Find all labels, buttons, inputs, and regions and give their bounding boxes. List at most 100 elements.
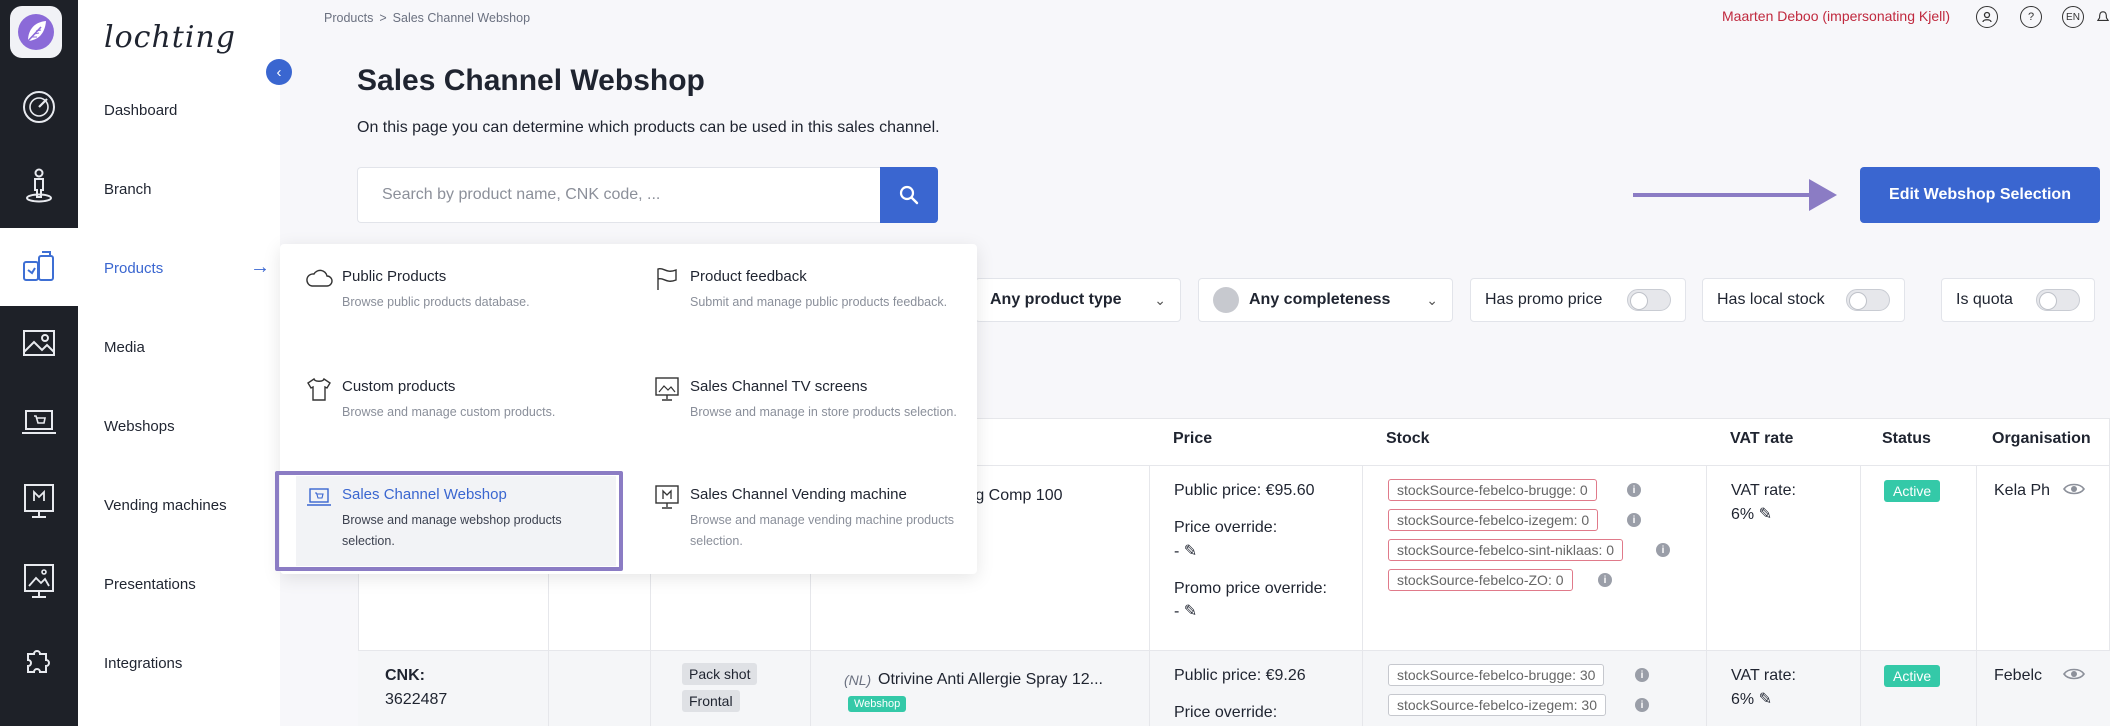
rail-products[interactable] — [0, 228, 78, 306]
rail-webshops[interactable] — [0, 384, 78, 462]
promo-override-label: Promo price override: — [1174, 580, 1327, 597]
eye-icon[interactable] — [2063, 482, 2085, 496]
media-image-icon — [23, 330, 55, 356]
product-name[interactable]: Otrivine Anti Allergie Spray 12... — [878, 669, 1103, 691]
quota-toggle[interactable] — [2036, 289, 2080, 311]
bell-icon[interactable] — [2096, 6, 2110, 28]
rail-dashboard[interactable] — [0, 68, 78, 146]
public-price: Public price: €9.26 — [1174, 667, 1306, 684]
rail-vending[interactable] — [0, 462, 78, 540]
search-input[interactable] — [357, 167, 881, 223]
submenu-sales-channel-webshop[interactable]: Sales Channel Webshop Browse and manage … — [296, 476, 616, 566]
help-icon[interactable]: ? — [2020, 6, 2042, 28]
webshop-laptop-cart-icon — [22, 410, 56, 434]
completeness-dot-icon — [1213, 287, 1239, 313]
info-icon[interactable]: i — [1635, 668, 1649, 682]
chevron-left-icon: ‹ — [276, 63, 282, 81]
quota-filter: Is quota — [1941, 278, 2095, 322]
column-header-vat[interactable]: VAT rate — [1730, 430, 1793, 448]
info-icon[interactable]: i — [1656, 543, 1670, 557]
vending-machine-icon — [24, 484, 54, 518]
nav-item-dashboard[interactable]: Dashboard — [104, 102, 177, 119]
column-header-stock[interactable]: Stock — [1386, 430, 1430, 448]
pencil-icon[interactable]: ✎ — [1184, 543, 1197, 560]
product-type-filter[interactable]: Any product type ⌄ — [975, 278, 1181, 322]
breadcrumb: Products > Sales Channel Webshop — [324, 11, 530, 25]
user-profile-icon[interactable] — [1976, 6, 1998, 28]
product-name[interactable]: mg Comp 100 — [962, 485, 1063, 507]
cnk-label: CNK: — [385, 667, 425, 684]
column-header-status[interactable]: Status — [1882, 430, 1931, 448]
submenu-desc: Submit and manage public products feedba… — [690, 295, 948, 309]
chevron-down-icon: ⌄ — [1154, 291, 1166, 308]
vat-value: 6% ✎ — [1731, 691, 1772, 708]
search-button[interactable] — [880, 167, 938, 223]
submenu-desc: Browse and manage webshop products selec… — [342, 513, 562, 548]
local-stock-toggle[interactable] — [1846, 289, 1890, 311]
image-tag: Pack shot — [682, 663, 758, 685]
submenu-title: Sales Channel Vending machine — [690, 486, 907, 503]
nav-panel: lochting Dashboard Branch Products → Med… — [78, 0, 280, 726]
laptop-cart-icon — [307, 488, 331, 506]
nav-item-products[interactable]: Products — [104, 260, 163, 277]
nav-item-integrations[interactable]: Integrations — [104, 655, 182, 672]
pencil-icon[interactable]: ✎ — [1759, 506, 1772, 523]
products-submenu: Public Products Browse public products d… — [280, 244, 977, 574]
impersonation-user[interactable]: Maarten Deboo (impersonating Kjell) — [1722, 8, 1950, 24]
submenu-vending-machine[interactable]: Sales Channel Vending machine Browse and… — [644, 476, 964, 566]
promo-price-filter: Has promo price — [1470, 278, 1686, 322]
submenu-tv-screens[interactable]: Sales Channel TV screens Browse and mana… — [644, 368, 964, 458]
col-divider — [1362, 465, 1363, 726]
cnk-value: 3622487 — [385, 691, 448, 708]
info-icon[interactable]: i — [1598, 573, 1612, 587]
page-description: On this page you can determine which pro… — [357, 119, 940, 136]
app-logo[interactable] — [10, 6, 62, 58]
completeness-filter[interactable]: Any completeness ⌄ — [1198, 278, 1453, 322]
eye-icon[interactable] — [2063, 667, 2085, 681]
info-icon[interactable]: i — [1635, 698, 1649, 712]
nav-item-vending-machines[interactable]: Vending machines — [104, 497, 227, 514]
info-icon[interactable]: i — [1627, 483, 1641, 497]
promo-override-value: - ✎ — [1174, 603, 1198, 620]
info-icon[interactable]: i — [1627, 513, 1641, 527]
nav-item-webshops[interactable]: Webshops — [104, 418, 175, 435]
column-header-organisation[interactable]: Organisation — [1992, 430, 2091, 448]
products-box-icon — [23, 251, 54, 281]
pencil-icon[interactable]: ✎ — [1184, 603, 1197, 620]
quota-label: Is quota — [1956, 291, 2013, 308]
icon-rail — [0, 0, 78, 726]
stock-chip: stockSource-febelco-izegem: 30 — [1388, 694, 1606, 716]
nav-item-branch[interactable]: Branch — [104, 181, 152, 198]
column-header-price[interactable]: Price — [1173, 430, 1212, 448]
chevron-down-icon: ⌄ — [1426, 291, 1438, 308]
submenu-custom-products[interactable]: Custom products Browse and manage custom… — [296, 368, 616, 458]
status-badge: Active — [1884, 480, 1941, 502]
branch-person-icon — [26, 168, 52, 203]
nav-item-media[interactable]: Media — [104, 339, 145, 356]
edit-webshop-selection-button[interactable]: Edit Webshop Selection — [1860, 167, 2100, 223]
breadcrumb-separator: > — [379, 11, 387, 25]
flag-icon — [657, 267, 677, 290]
price-override-label: Price override: — [1174, 519, 1278, 536]
promo-price-toggle[interactable] — [1627, 289, 1671, 311]
rail-presentations[interactable] — [0, 542, 78, 620]
nav-item-presentations[interactable]: Presentations — [104, 576, 196, 593]
submenu-desc: Browse and manage vending machine produc… — [690, 513, 955, 548]
language-switcher[interactable]: EN — [2062, 6, 2084, 28]
rail-integrations[interactable] — [0, 622, 78, 700]
rail-media[interactable] — [0, 304, 78, 382]
submenu-product-feedback[interactable]: Product feedback Submit and manage publi… — [644, 258, 964, 348]
vat-label: VAT rate: — [1731, 667, 1796, 684]
rail-branch[interactable] — [0, 146, 78, 224]
collapse-sidebar-button[interactable]: ‹ — [266, 59, 292, 85]
submenu-desc: Browse public products database. — [342, 295, 530, 309]
vat-label: VAT rate: — [1731, 482, 1796, 499]
status-badge: Active — [1884, 665, 1941, 687]
submenu-public-products[interactable]: Public Products Browse public products d… — [296, 258, 616, 348]
integrations-puzzle-icon — [27, 650, 50, 673]
public-price: Public price: €95.60 — [1174, 482, 1315, 499]
breadcrumb-parent[interactable]: Products — [324, 11, 373, 25]
vending-machine-icon — [655, 485, 679, 509]
pencil-icon[interactable]: ✎ — [1759, 691, 1772, 708]
breadcrumb-current: Sales Channel Webshop — [392, 11, 531, 25]
